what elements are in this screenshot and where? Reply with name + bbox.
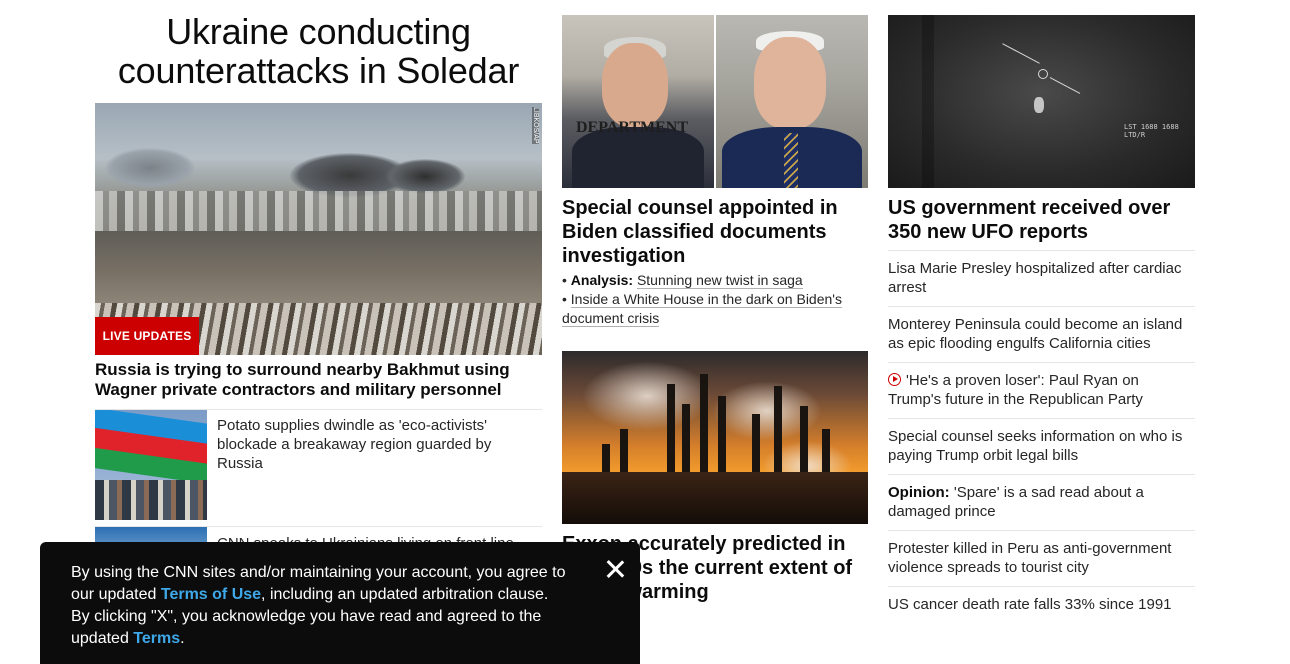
analysis-label: Analysis: (570, 272, 634, 288)
list-item[interactable]: Special counsel seeks information on who… (888, 418, 1195, 474)
list-item[interactable]: Protester killed in Peru as anti-governm… (888, 530, 1195, 586)
related-links: • Analysis: Stunning new twist in saga •… (562, 271, 868, 328)
opinion-label: Opinion: (888, 484, 950, 501)
list-item[interactable]: Opinion: 'Spare' is a sad read about a d… (888, 474, 1195, 530)
terms-of-use-link[interactable]: Terms of Use (161, 586, 261, 603)
close-icon[interactable] (604, 558, 626, 580)
story-title[interactable]: Potato supplies dwindle as 'eco-activist… (217, 416, 517, 473)
lead-image[interactable]: LIBKOS/AP LIVE UPDATES (95, 103, 542, 355)
story-headline[interactable]: Special counsel appointed in Biden class… (562, 196, 862, 268)
building-sign: DEPARTMENT (576, 119, 689, 136)
list-item[interactable]: Monterey Peninsula could become an islan… (888, 306, 1195, 362)
split-photo[interactable]: DEPARTMENT (562, 15, 868, 188)
headline-list: Lisa Marie Presley hospitalized after ca… (888, 250, 1195, 623)
list-item[interactable]: Lisa Marie Presley hospitalized after ca… (888, 250, 1195, 306)
terms-of-use-banner: By using the CNN sites and/or maintainin… (40, 542, 640, 664)
story-headline[interactable]: US government received over 350 new UFO … (888, 196, 1188, 244)
related-link[interactable]: • Inside a White House in the dark on Bi… (562, 290, 868, 328)
lead-column: Ukraine conducting counterattacks in Sol… (95, 0, 542, 567)
lead-headline[interactable]: Ukraine conducting counterattacks in Sol… (95, 12, 542, 90)
lead-subheadline[interactable]: Russia is trying to surround nearby Bakh… (95, 360, 542, 400)
ufo-footage-image[interactable]: LST 1688 1688 LTD/R (888, 15, 1195, 188)
related-link[interactable]: • Analysis: Stunning new twist in saga (562, 271, 868, 290)
story-thumbnail[interactable] (95, 410, 207, 520)
play-icon (888, 373, 901, 386)
list-item[interactable]: US cancer death rate falls 33% since 199… (888, 586, 1195, 623)
photo-credit: LIBKOS/AP (532, 107, 539, 144)
story-row[interactable]: Potato supplies dwindle as 'eco-activist… (95, 410, 542, 521)
terms-link[interactable]: Terms (133, 630, 180, 647)
hud-readout: LST 1688 1688 LTD/R (1124, 123, 1179, 139)
refinery-image[interactable] (562, 351, 868, 524)
live-updates-badge[interactable]: LIVE UPDATES (95, 317, 199, 355)
list-item[interactable]: 'He's a proven loser': Paul Ryan on Trum… (888, 362, 1195, 418)
